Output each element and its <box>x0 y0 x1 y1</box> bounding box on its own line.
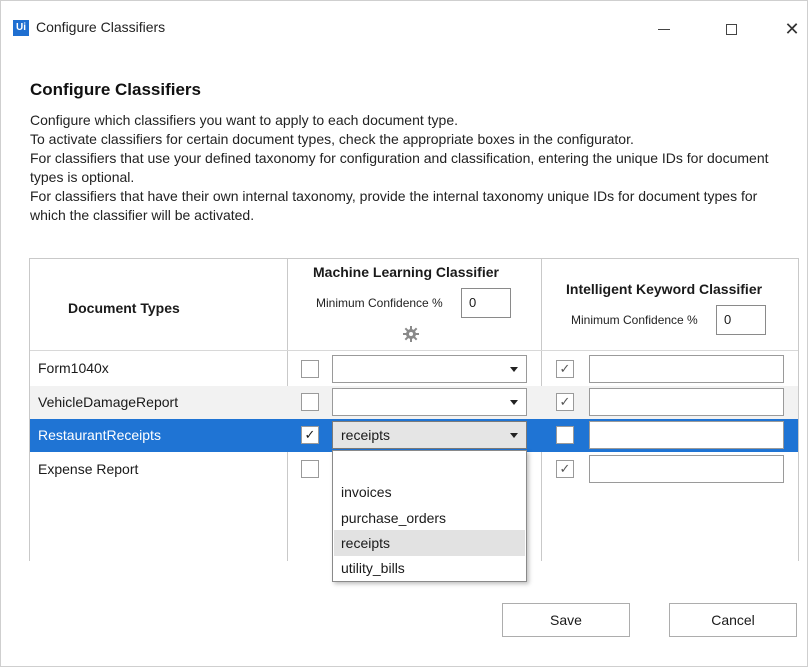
document-type-name: RestaurantReceipts <box>38 427 161 443</box>
ikc-id-input[interactable] <box>589 455 784 483</box>
chevron-down-icon <box>510 367 518 372</box>
ml-checkbox[interactable] <box>301 360 319 378</box>
ml-taxonomy-combo[interactable]: receipts <box>332 421 527 449</box>
header-divider <box>30 350 798 351</box>
taxonomy-dropdown-list: invoices purchase_orders receipts utilit… <box>332 450 527 582</box>
ikc-classifier-header: Intelligent Keyword Classifier <box>566 281 763 297</box>
ml-checkbox[interactable]: ✓ <box>301 426 319 444</box>
page-title: Configure Classifiers <box>30 80 201 99</box>
description-line: For classifiers that use your defined ta… <box>30 150 769 185</box>
document-type-name: VehicleDamageReport <box>38 394 179 410</box>
ikc-min-confidence-label: Minimum Confidence % <box>571 313 698 327</box>
dropdown-option-empty[interactable] <box>334 452 525 478</box>
ml-min-confidence-input[interactable]: 0 <box>461 288 511 318</box>
ml-checkbox[interactable] <box>301 460 319 478</box>
close-button[interactable]: ✕ <box>769 14 809 44</box>
maximize-icon <box>725 23 737 35</box>
description-line: For classifiers that have their own inte… <box>30 188 758 223</box>
title-bar: Ui Configure Classifiers ✕ <box>1 1 807 53</box>
minimize-icon <box>658 28 670 30</box>
ikc-id-input[interactable] <box>589 421 784 449</box>
close-icon: ✕ <box>784 18 800 39</box>
cancel-button[interactable]: Cancel <box>669 603 797 637</box>
ml-taxonomy-value: receipts <box>341 427 391 443</box>
dropdown-option-purchase-orders[interactable]: purchase_orders <box>334 505 525 531</box>
dropdown-option-receipts[interactable]: receipts <box>334 530 525 556</box>
ikc-min-confidence-input[interactable]: 0 <box>716 305 766 335</box>
description-line: To activate classifiers for certain docu… <box>30 131 634 147</box>
description: Configure which classifiers you want to … <box>30 111 790 225</box>
document-types-header: Document Types <box>68 300 180 316</box>
ikc-checkbox[interactable] <box>556 426 574 444</box>
ikc-checkbox[interactable]: ✓ <box>556 460 574 478</box>
dropdown-option-invoices[interactable]: invoices <box>334 479 525 505</box>
ikc-checkbox[interactable]: ✓ <box>556 360 574 378</box>
ml-classifier-header: Machine Learning Classifier <box>313 264 499 280</box>
window-title: Configure Classifiers <box>36 19 166 35</box>
ikc-id-input[interactable] <box>589 355 784 383</box>
gear-icon[interactable] <box>403 326 419 342</box>
uipath-logo-icon: Ui <box>13 20 29 36</box>
minimize-button[interactable] <box>641 14 687 44</box>
ikc-checkbox[interactable]: ✓ <box>556 393 574 411</box>
ikc-id-input[interactable] <box>589 388 784 416</box>
dropdown-option-utility-bills[interactable]: utility_bills <box>334 555 525 581</box>
ml-min-confidence-label: Minimum Confidence % <box>316 296 443 310</box>
document-type-name: Expense Report <box>38 461 139 477</box>
ml-taxonomy-combo[interactable] <box>332 388 527 416</box>
save-button[interactable]: Save <box>502 603 630 637</box>
chevron-down-icon <box>510 400 518 405</box>
description-line: Configure which classifiers you want to … <box>30 112 459 128</box>
ml-taxonomy-combo[interactable] <box>332 355 527 383</box>
ml-checkbox[interactable] <box>301 393 319 411</box>
maximize-button[interactable] <box>708 14 754 44</box>
document-type-name: Form1040x <box>38 360 109 376</box>
chevron-down-icon <box>510 433 518 438</box>
